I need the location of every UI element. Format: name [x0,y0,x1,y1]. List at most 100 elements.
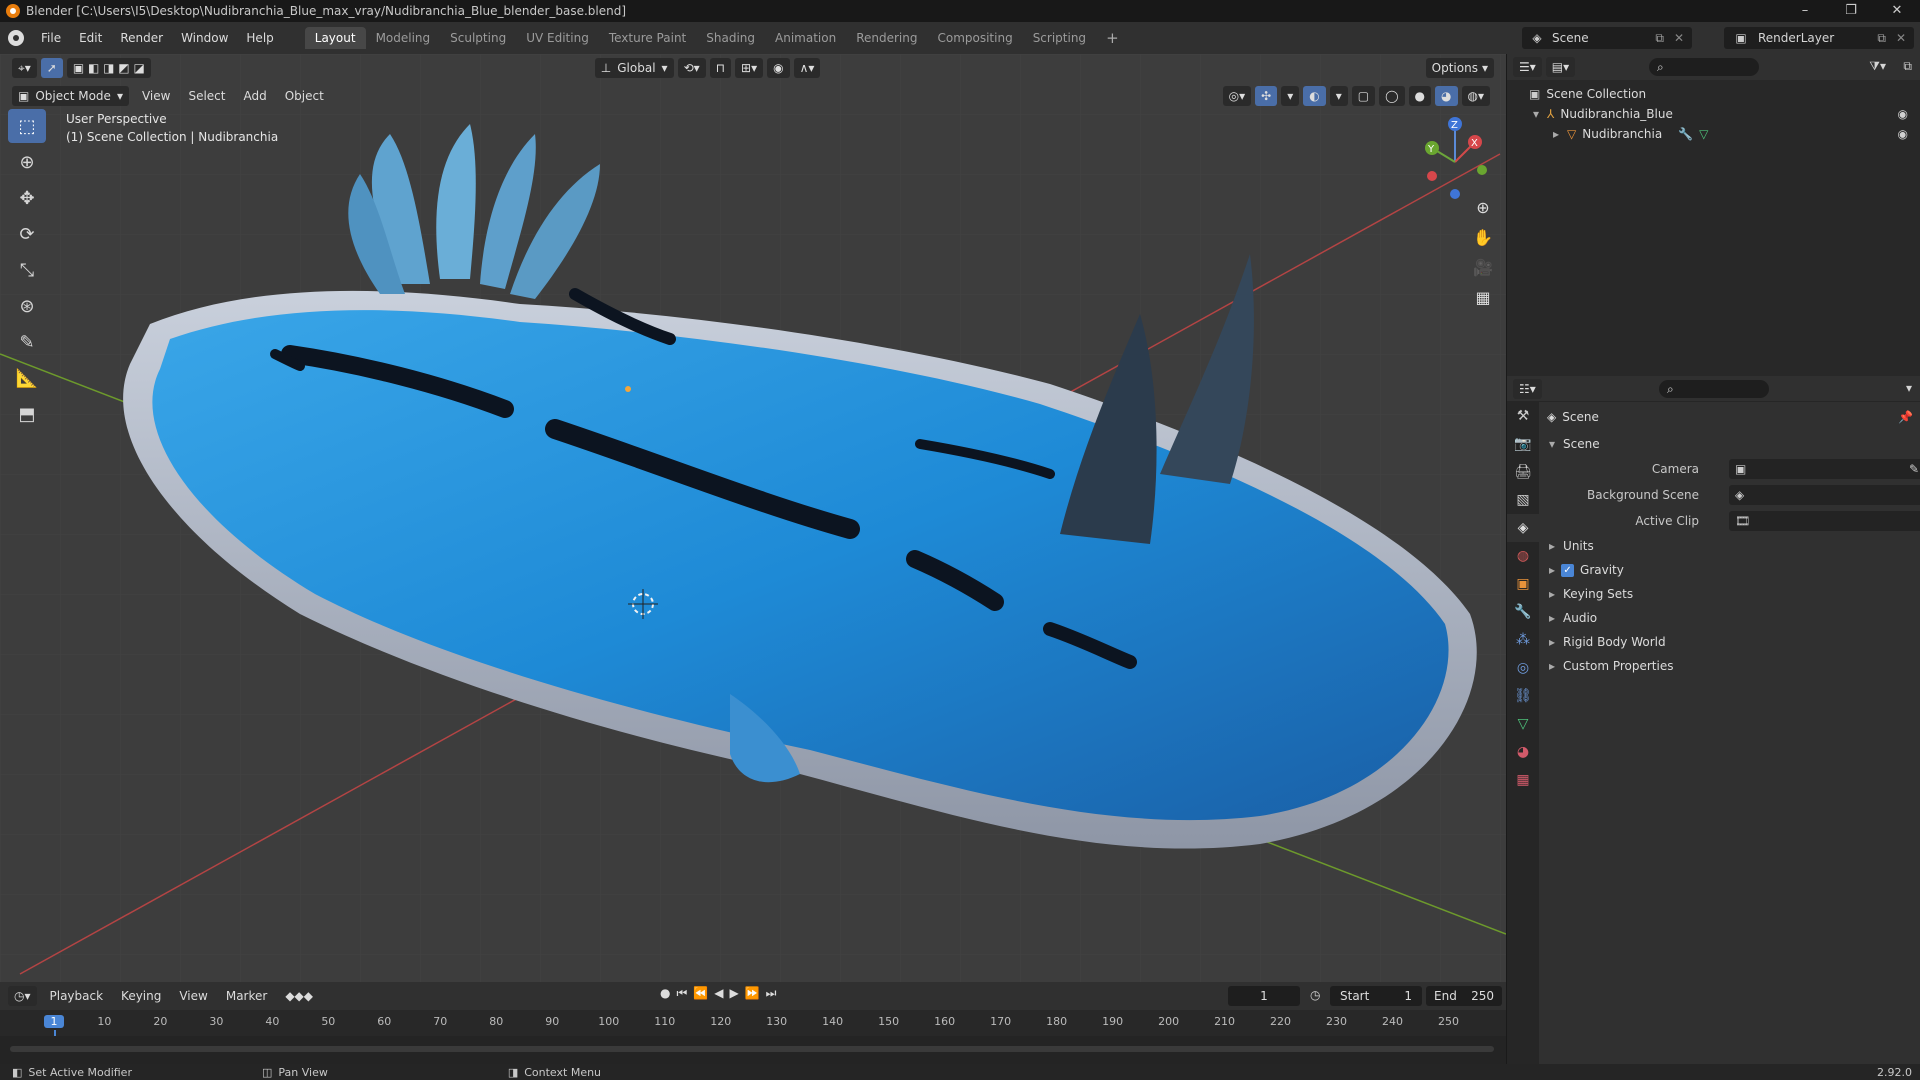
pan-button[interactable]: ✋ [1468,222,1498,252]
visibility-eye-icon[interactable]: ◉ [1898,107,1908,121]
snap-target-button[interactable]: ⊞▾ [735,58,764,78]
tab-rendering[interactable]: Rendering [846,27,927,49]
new-scene-icon[interactable]: ⧉ [1655,31,1664,46]
close-button[interactable]: ✕ [1874,0,1920,22]
pin-icon[interactable]: 📌 [1898,410,1913,424]
scale-tool[interactable]: ⤡ [8,253,46,287]
camera-field[interactable]: ▣ ✎ [1729,459,1920,479]
zoom-button[interactable]: ⊕ [1468,192,1498,222]
expand-arrow-icon[interactable]: ▸ [1553,127,1559,141]
prev-keyframe-button[interactable]: ⏪ [693,986,708,1001]
transform-orientation-dropdown[interactable]: ⊥ Global ▾ [594,58,674,78]
jump-end-button[interactable]: ⏭ [766,986,777,1001]
annotate-tool[interactable]: ✎ [8,325,46,359]
tab-texture-paint[interactable]: Texture Paint [599,27,696,49]
scene-selector[interactable]: ◈ Scene ⧉ ✕ [1522,27,1692,49]
start-frame-field[interactable]: Start 1 [1330,986,1422,1006]
panel-keying-sets[interactable]: ▸ Keying Sets [1539,582,1920,606]
menu-window[interactable]: Window [172,31,237,45]
current-frame-field[interactable]: 1 [1228,986,1300,1006]
gravity-checkbox[interactable]: ✓ [1561,563,1575,577]
new-collection-button[interactable]: ⧉ [1903,59,1912,74]
maximize-button[interactable]: ❐ [1828,0,1874,22]
mode-dropdown[interactable]: ▣ Object Mode ▾ [12,86,129,106]
tab-shading[interactable]: Shading [696,27,765,49]
tab-particles[interactable]: ⁂ [1507,626,1539,654]
tab-output[interactable]: 🖨 [1507,458,1539,486]
visibility-button[interactable]: ◎▾ [1222,86,1252,106]
gizmo-neg-z[interactable] [1450,189,1460,199]
keyframe-buttons[interactable]: ◆◆◆ [276,989,322,1003]
navigation-gizmo[interactable]: Z X Y [1410,114,1500,204]
tab-uv-editing[interactable]: UV Editing [516,27,599,49]
expand-arrow-icon[interactable]: ▾ [1533,107,1539,121]
timeline-ruler[interactable]: 1 10 20 30 40 50 60 70 80 90 100 110 120 130 140 150 160… [0,1010,1506,1064]
transform-tool[interactable]: ⊛ [8,289,46,323]
filter-button[interactable]: ⧩▾ [1869,59,1886,74]
tab-view-layer[interactable]: ▧ [1507,486,1539,514]
remove-renderlayer-icon[interactable]: ✕ [1896,31,1906,45]
cursor-tool[interactable]: ⊕ [8,145,46,179]
panel-custom-properties[interactable]: ▸ Custom Properties [1539,654,1920,678]
selection-mode-buttons[interactable]: ▣ ◧ ◨ ◩ ◪ [66,58,151,78]
tab-compositing[interactable]: Compositing [927,27,1022,49]
active-clip-field[interactable]: 🎞 [1729,511,1920,531]
menu-playback[interactable]: Playback [41,989,113,1003]
gizmo-neg-y[interactable] [1477,165,1487,175]
tab-tool[interactable]: ⚒ [1507,402,1539,430]
outliner-editor-type-button[interactable]: ☰▾ [1513,57,1542,77]
panel-audio[interactable]: ▸ Audio [1539,606,1920,630]
tab-world[interactable]: ◍ [1507,542,1539,570]
menu-add[interactable]: Add [234,89,275,103]
xray-button[interactable]: ▢ [1351,86,1376,106]
tab-layout[interactable]: Layout [304,27,366,49]
tab-texture[interactable]: ▦ [1507,766,1539,794]
shading-material-button[interactable]: ◕ [1435,86,1458,106]
remove-scene-icon[interactable]: ✕ [1674,31,1684,45]
next-keyframe-button[interactable]: ⏩ [745,986,760,1001]
menu-select[interactable]: Select [179,89,234,103]
timeline-scrollbar[interactable] [10,1046,1494,1052]
measure-tool[interactable]: 📐 [8,361,46,395]
outliner-row-scene-collection[interactable]: ▣ Scene Collection [1507,84,1920,104]
minimize-button[interactable]: – [1782,0,1828,22]
select-mode-button[interactable]: ➚ [40,58,63,78]
display-mode-button[interactable]: ▤▾ [1545,57,1576,77]
outliner-row-collection[interactable]: ▾ ⅄ Nudibranchia_Blue ◉ [1507,104,1920,124]
renderlayer-selector[interactable]: ▣ RenderLayer ⧉ ✕ [1724,27,1914,49]
tab-render[interactable]: 📷 [1507,430,1539,458]
outliner-search-input[interactable]: ⌕ [1649,58,1759,76]
pivot-point-button[interactable]: ⟲▾ [677,58,706,78]
tab-sculpting[interactable]: Sculpting [440,27,516,49]
falloff-button[interactable]: ∧▾ [793,58,821,78]
tab-material[interactable]: ◕ [1507,738,1539,766]
rotate-tool[interactable]: ⟳ [8,217,46,251]
overlay-toggle-button[interactable]: ◐ [1303,86,1326,106]
gizmo-neg-x[interactable] [1427,171,1437,181]
add-cube-tool[interactable]: ⬒ [8,397,46,431]
tab-scene[interactable]: ◈ [1507,514,1539,542]
preview-range-icon[interactable]: ◷ [1310,988,1320,1002]
panel-scene-header[interactable]: ▾ Scene [1539,432,1920,456]
options-button[interactable]: Options ▾ [1425,58,1494,78]
tab-modifiers[interactable]: 🔧 [1507,598,1539,626]
menu-timeline-view[interactable]: View [170,989,216,1003]
select-box-tool[interactable]: ⬚ [8,109,46,143]
add-workspace-button[interactable]: + [1096,25,1129,51]
gizmo-dropdown[interactable]: ▾ [1281,86,1300,106]
jump-start-button[interactable]: ⏮ [676,986,687,1001]
visibility-eye-icon[interactable]: ◉ [1898,127,1908,141]
gizmo-toggle-button[interactable]: ✣ [1255,86,1278,106]
panel-rigid-body-world[interactable]: ▸ Rigid Body World [1539,630,1920,654]
timeline-track[interactable] [0,1036,1506,1064]
play-button[interactable]: ▶ [729,986,738,1001]
3d-viewport[interactable]: ⌖▾ ➚ ▣ ◧ ◨ ◩ ◪ ⊥ Global ▾ ⟲▾ ⊓ ⊞▾ ◉ ∧▾ O… [0,54,1506,982]
record-button[interactable]: ● [660,986,670,1001]
proportional-edit-button[interactable]: ◉ [767,58,790,78]
ortho-toggle-button[interactable]: ▦ [1468,282,1498,312]
tab-animation[interactable]: Animation [765,27,846,49]
menu-marker[interactable]: Marker [217,989,276,1003]
menu-keying[interactable]: Keying [112,989,170,1003]
menu-edit[interactable]: Edit [70,31,111,45]
play-reverse-button[interactable]: ◀ [714,986,723,1001]
